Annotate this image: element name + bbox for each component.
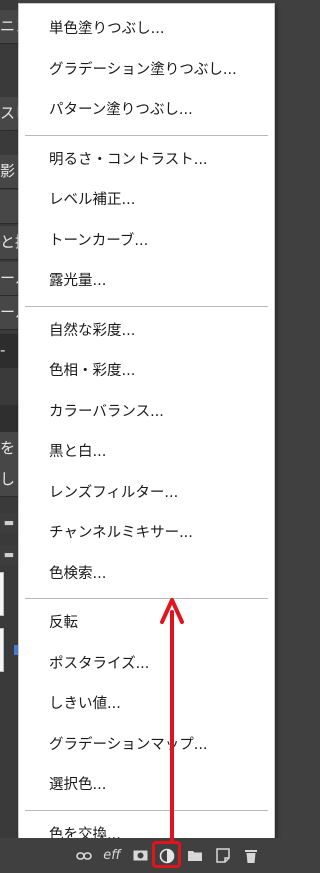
menu-item-hue-saturation[interactable]: 色相・彩度... — [19, 351, 274, 392]
effects-icon[interactable]: eff — [100, 838, 124, 873]
menu-divider — [25, 809, 268, 811]
menu-item-color-lookup[interactable]: 色検索... — [19, 554, 274, 595]
menu-item-curves[interactable]: トーンカーブ... — [19, 221, 274, 262]
blend-mode-dropdown-fragment[interactable] — [0, 405, 18, 435]
folder-icon[interactable]: ▬ — [0, 513, 18, 533]
mask-icon[interactable] — [130, 838, 150, 873]
panel-row-fragment: - — [0, 334, 18, 368]
menu-item-threshold[interactable]: しきい値... — [19, 684, 274, 725]
panel-row-fragment: ール — [0, 296, 18, 330]
menu-divider — [25, 305, 268, 307]
panel-tab-fragment: ニン — [0, 10, 18, 44]
link-icon[interactable] — [74, 838, 94, 873]
panel-row-fragment: スビ — [0, 97, 18, 131]
layer-thumbnail[interactable] — [0, 628, 4, 672]
menu-divider — [25, 134, 268, 136]
menu-item-solid-color[interactable]: 単色塗りつぶし... — [19, 9, 274, 50]
panel-row-fragment: と描 — [0, 226, 18, 260]
panel-row-fragment — [0, 190, 18, 224]
menu-item-brightness-contrast[interactable]: 明るさ・コントラスト... — [19, 140, 274, 181]
menu-item-channel-mixer[interactable]: チャンネルミキサー... — [19, 513, 274, 554]
folder-icon[interactable] — [184, 838, 206, 873]
panel-row-fragment: ール — [0, 262, 18, 296]
menu-item-black-white[interactable]: 黒と白... — [19, 432, 274, 473]
menu-divider — [25, 598, 268, 599]
adjustment-layer-menu: 単色塗りつぶし... グラデーション塗りつぶし... パターン塗りつぶし... … — [18, 3, 275, 843]
menu-item-vibrance[interactable]: 自然な彩度... — [19, 311, 274, 352]
folder-icon[interactable]: ▬ — [0, 545, 18, 565]
menu-item-photo-filter[interactable]: レンズフィルター... — [19, 473, 274, 514]
menu-item-posterize[interactable]: ポスタライズ... — [19, 644, 274, 685]
menu-item-pattern-fill[interactable]: パターン塗りつぶし... — [19, 90, 274, 131]
menu-item-exposure[interactable]: 露光量... — [19, 261, 274, 302]
adjustment-button-highlight — [152, 841, 181, 868]
menu-item-color-balance[interactable]: カラーバランス... — [19, 392, 274, 433]
menu-item-invert[interactable]: 反転 — [19, 603, 274, 644]
menu-item-gradient-fill[interactable]: グラデーション塗りつぶし... — [19, 50, 274, 91]
new-layer-icon[interactable] — [212, 838, 234, 873]
menu-item-selective-color[interactable]: 選択色... — [19, 765, 274, 806]
menu-item-gradient-map[interactable]: グラデーションマップ... — [19, 725, 274, 766]
panel-row-fragment: を — [0, 432, 18, 466]
panel-row-fragment: 影 — [0, 155, 18, 189]
layers-panel-toolbar: eff — [0, 838, 281, 873]
trash-icon[interactable] — [240, 838, 262, 873]
layer-thumbnail[interactable] — [0, 572, 4, 616]
menu-item-levels[interactable]: レベル補正... — [19, 180, 274, 221]
panel-row-fragment: し — [0, 463, 18, 497]
